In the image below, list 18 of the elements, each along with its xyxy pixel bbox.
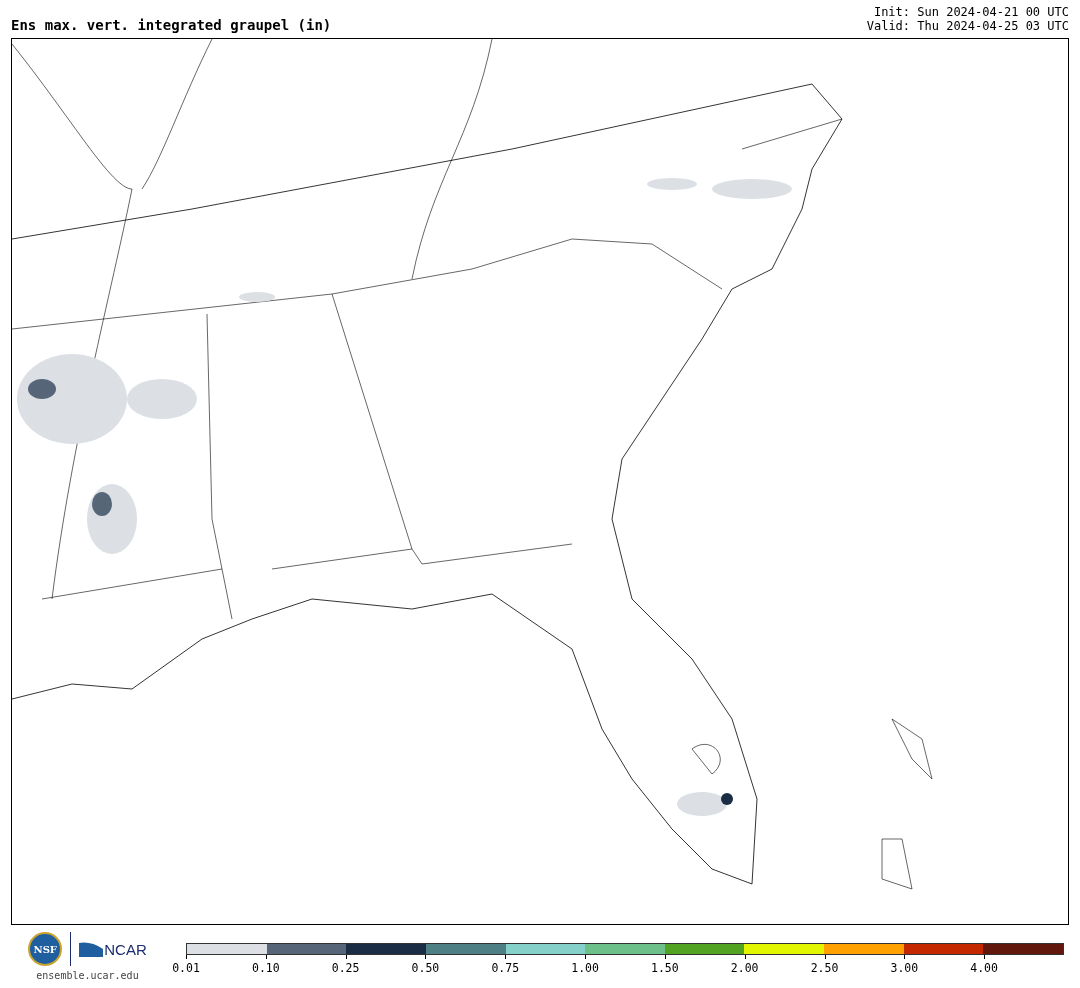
- tick-label: 0.50: [411, 961, 440, 975]
- valid-time: Valid: Thu 2024-04-25 03 UTC: [866, 19, 1069, 33]
- tick-label: 2.50: [810, 961, 839, 975]
- wave-icon: [79, 941, 104, 957]
- tick-label: 1.00: [571, 961, 599, 975]
- tick-label: 4.00: [970, 961, 998, 975]
- ncar-logo: NCAR: [104, 940, 147, 958]
- init-time: Init: Sun 2024-04-21 00 UTC: [873, 5, 1069, 19]
- nsf-logo: NSF: [28, 932, 63, 966]
- tick-label: 3.00: [890, 961, 919, 975]
- site-url: ensemble.ucar.edu: [36, 970, 139, 981]
- tick-label: 0.01: [172, 961, 200, 975]
- tick-label: 1.50: [651, 961, 679, 975]
- tick-label: 0.10: [251, 961, 280, 975]
- tick-label: 0.25: [331, 961, 360, 975]
- tick-label: 2.00: [730, 961, 759, 975]
- plot-title: Ens max. vert. integrated graupel (in): [11, 17, 332, 33]
- tick-label: 0.75: [491, 961, 520, 975]
